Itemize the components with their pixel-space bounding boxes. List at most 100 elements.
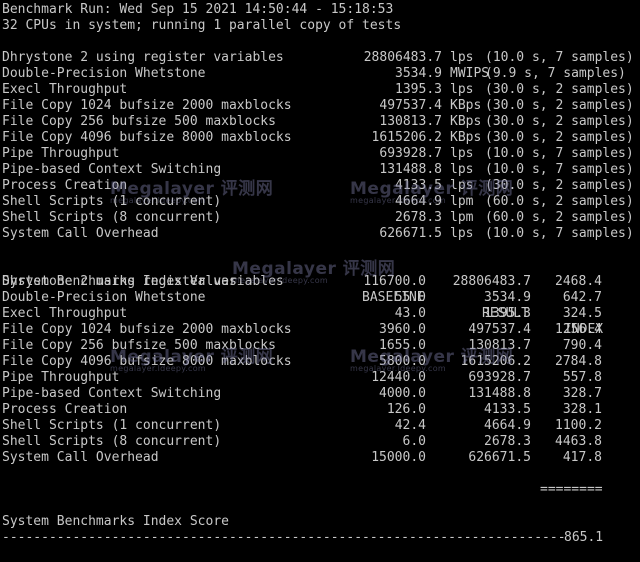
test-value: 1615206.2 [371, 130, 442, 145]
test-value: 693928.7 [379, 146, 442, 161]
result-row: Shell Scripts (1 concurrent) 4664.9 lpm (60… [2, 194, 640, 210]
result-row: Execl Throughput 1395.3 lps (30.0 s, 2 samp… [2, 82, 640, 98]
result-value: 3534.9 [484, 290, 531, 305]
index-value: 328.1 [562, 402, 602, 417]
test-unit: KBps [450, 98, 482, 113]
result-value: 28806483.7 [452, 274, 531, 289]
test-unit: MWIPS [450, 66, 490, 81]
result-row: Double-Precision Whetstone 3534.9 MWIPS (9.… [2, 66, 640, 82]
index-row: System Call Overhead 15000.0 626671.5 417.8 [2, 450, 640, 466]
test-value: 2678.3 [395, 210, 442, 225]
test-name: File Copy 1024 bufsize 2000 maxblocks [2, 98, 292, 113]
separator-row: ======== [2, 466, 640, 497]
result-row: System Call Overhead 626671.5 lps (10.0 s, … [2, 226, 640, 242]
test-unit: lps [450, 50, 474, 65]
index-test-name: Pipe-based Context Switching [2, 386, 222, 401]
index-test-name: Execl Throughput [2, 306, 128, 321]
index-row: Pipe Throughput 12440.0 693928.7 557.8 [2, 370, 640, 386]
result-value: 626671.5 [468, 450, 531, 465]
result-value: 1395.3 [484, 306, 531, 321]
test-detail: (30.0 s, 2 samples) [485, 178, 634, 193]
test-detail: (30.0 s, 2 samples) [485, 130, 634, 145]
index-rows: Dhrystone 2 using register variables 1167… [2, 274, 640, 466]
index-test-name: Process Creation [2, 402, 128, 417]
baseline-value: 4000.0 [379, 386, 426, 401]
index-test-name: Pipe Throughput [2, 370, 120, 385]
result-value: 693928.7 [468, 370, 531, 385]
result-row: Process Creation 4133.5 lps (30.0 s, 2 samp… [2, 178, 640, 194]
test-unit: lpm [450, 194, 474, 209]
test-detail: (30.0 s, 2 samples) [485, 82, 634, 97]
index-test-name: Double-Precision Whetstone [2, 290, 206, 305]
test-value: 130813.7 [379, 114, 442, 129]
result-value: 1615206.2 [460, 354, 531, 369]
test-detail: (10.0 s, 7 samples) [485, 50, 634, 65]
test-unit: KBps [450, 114, 482, 129]
baseline-value: 5800.0 [379, 354, 426, 369]
test-value: 626671.5 [379, 226, 442, 241]
test-value: 4664.9 [395, 194, 442, 209]
test-value: 497537.4 [379, 98, 442, 113]
index-row: Execl Throughput 43.0 1395.3 324.5 [2, 306, 640, 322]
baseline-value: 55.0 [394, 290, 426, 305]
result-row: File Copy 256 bufsize 500 maxblocks 13081… [2, 114, 640, 130]
result-row: Pipe Throughput 693928.7 lps (10.0 s, 7 sam… [2, 146, 640, 162]
test-unit: lps [450, 82, 474, 97]
baseline-value: 12440.0 [371, 370, 426, 385]
test-name: Dhrystone 2 using register variables [2, 50, 284, 65]
test-value: 1395.3 [395, 82, 442, 97]
index-value: 328.7 [562, 386, 602, 401]
score-row: System Benchmarks Index Score 865.1 [2, 498, 640, 545]
baseline-value: 1655.0 [379, 338, 426, 353]
index-test-name: File Copy 256 bufsize 500 maxblocks [2, 338, 276, 353]
index-value: 557.8 [562, 370, 602, 385]
index-value: 1256.4 [555, 322, 602, 337]
test-name: File Copy 256 bufsize 500 maxblocks [2, 114, 276, 129]
result-row: File Copy 4096 bufsize 8000 maxblocks 161… [2, 130, 640, 146]
results-list: Dhrystone 2 using register variables 2880… [2, 50, 640, 242]
test-value: 131488.8 [379, 162, 442, 177]
baseline-value: 3960.0 [379, 322, 426, 337]
index-row: File Copy 256 bufsize 500 maxblocks 1655.… [2, 338, 640, 354]
test-name: Pipe Throughput [2, 146, 120, 161]
test-unit: lps [450, 178, 474, 193]
index-value: 642.7 [562, 290, 602, 305]
test-unit: KBps [450, 130, 482, 145]
index-header-row: System Benchmarks Index Values BASELINE … [2, 258, 640, 337]
test-value: 28806483.7 [363, 50, 442, 65]
test-detail: (60.0 s, 2 samples) [485, 210, 634, 225]
result-value: 497537.4 [468, 322, 531, 337]
index-row: Shell Scripts (1 concurrent) 42.4 4664.9 11… [2, 418, 640, 434]
test-detail: (30.0 s, 2 samples) [485, 114, 634, 129]
test-value: 4133.5 [395, 178, 442, 193]
index-test-name: Dhrystone 2 using register variables [2, 274, 284, 289]
score-separator: ======== [540, 482, 603, 497]
test-name: Double-Precision Whetstone [2, 66, 206, 81]
index-test-name: System Call Overhead [2, 450, 159, 465]
result-row: Dhrystone 2 using register variables 2880… [2, 50, 640, 66]
index-value: 1100.2 [555, 418, 602, 433]
test-name: Process Creation [2, 178, 128, 193]
index-value: 790.4 [562, 338, 602, 353]
index-value: 417.8 [562, 450, 602, 465]
baseline-value: 116700.0 [363, 274, 426, 289]
terminal-output: Benchmark Run: Wed Sep 15 2021 14:50:44 … [2, 2, 640, 545]
test-name: File Copy 4096 bufsize 8000 maxblocks [2, 130, 292, 145]
test-detail: (10.0 s, 7 samples) [485, 146, 634, 161]
baseline-value: 126.0 [386, 402, 426, 417]
baseline-value: 15000.0 [371, 450, 426, 465]
result-value: 130813.7 [468, 338, 531, 353]
test-unit: lps [450, 226, 474, 241]
test-name: Execl Throughput [2, 82, 128, 97]
index-row: Process Creation 126.0 4133.5 328.1 [2, 402, 640, 418]
baseline-value: 43.0 [394, 306, 426, 321]
cpu-info-line: 32 CPUs in system; running 1 parallel co… [2, 18, 402, 33]
test-unit: lps [450, 162, 474, 177]
index-value: 2468.4 [555, 274, 602, 289]
index-test-name: File Copy 1024 bufsize 2000 maxblocks [2, 322, 292, 337]
result-row: File Copy 1024 bufsize 2000 maxblocks 497… [2, 98, 640, 114]
index-value: 4463.8 [555, 434, 602, 449]
baseline-value: 6.0 [402, 434, 426, 449]
test-detail: (10.0 s, 7 samples) [485, 226, 634, 241]
test-detail: (30.0 s, 2 samples) [485, 98, 634, 113]
